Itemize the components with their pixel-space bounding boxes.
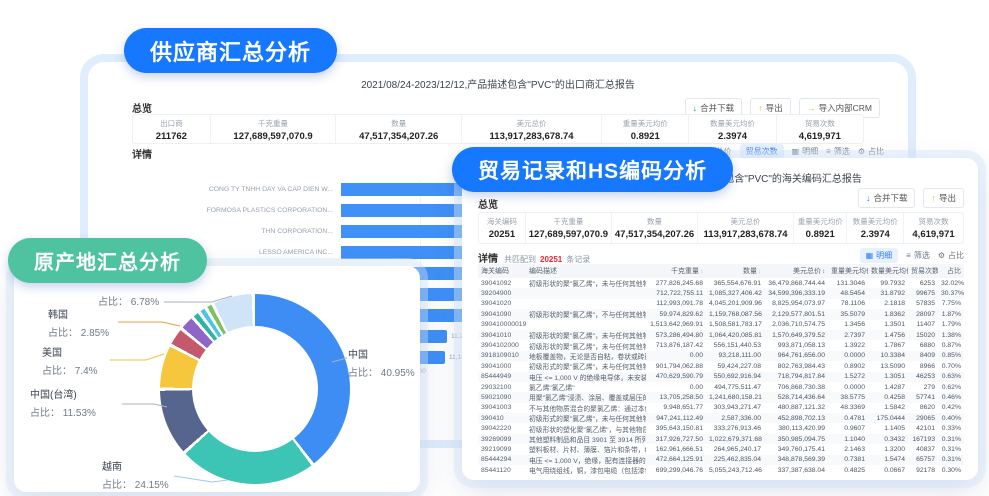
grid-icon: ▦ xyxy=(866,251,874,260)
export-button[interactable]: ↑ 导出 xyxy=(923,188,964,208)
stat-label: 美元总价 xyxy=(698,216,793,227)
table-row: 39041020112,993,091.784,045,201,909.968,… xyxy=(478,299,964,309)
table-row: 85444294电压 <= 1,000 V，绝缘，配有连接器的电导体，其他：电压… xyxy=(478,455,964,465)
origin-donut xyxy=(160,294,350,484)
bar-label: CONG TY TNHH DAY VA CAP DIEN W... xyxy=(88,186,341,193)
table-row: 3904100000191,513,642,969.911,508,581,78… xyxy=(478,320,964,330)
stat-label: 海关编码 xyxy=(479,216,525,227)
col-hs-code: 海关编码 xyxy=(478,264,526,278)
stat-item: 千克重量 127,689,597,070.9 xyxy=(525,213,611,243)
col-weight-avg: 重量美元均价 xyxy=(828,264,868,278)
label-line-usa xyxy=(110,354,164,360)
stat-value: 47,517,354,207.26 xyxy=(612,229,697,240)
table-row: 3904102000初级形状的聚"氯乙烯"，未与任何其他物质混合：悬浮级 PVC… xyxy=(478,340,964,350)
table-row: 85444949电压 <= 1,000 V 的绝缘电导体，未安装连接器，其他电缆… xyxy=(478,372,964,382)
donut-label-taiwan: 中国(台湾) 占比： 11.53% xyxy=(30,386,96,419)
donut-label-korea: 韩国 占比： 2.85% xyxy=(48,306,109,339)
stat-label: 贸易次数 xyxy=(904,216,963,227)
donut-label-usa: 美国 占比： 7.4% xyxy=(42,344,98,377)
table-row: 39041003不与其他物质混合的聚氯乙烯：通过本体或悬浮聚合工艺获得的聚氯乙.… xyxy=(478,403,964,413)
stat-item: 海关编码 20251 xyxy=(479,213,525,243)
hs-code-table: 海关编码 编码描述 千克重量↕ 数量↕ 美元总价↕ 重量美元均价 数量美元均价 … xyxy=(478,264,964,475)
bar-label: THN CORPORATION... xyxy=(88,228,341,235)
table-row: 29032100氯乙烯"氯乙烯"0.00494,775,511.47706,86… xyxy=(478,382,964,392)
stat-value: 2.3974 xyxy=(847,229,903,240)
compare-button[interactable]: ⚙ 占比 xyxy=(938,250,964,261)
origin-analysis-badge: 原产地汇总分析 xyxy=(8,238,207,283)
gear-icon: ⚙ xyxy=(938,251,945,260)
merge-download-icon: ↓ xyxy=(866,193,871,203)
table-row: 39041010初级形状的聚"氯乙烯"，未与任何其他物质混合：乳液级 PVC 树… xyxy=(478,330,964,340)
col-quantity-sort[interactable]: 数量↕ xyxy=(706,264,764,278)
sort-icon: ↕ xyxy=(822,269,825,275)
hs-match-line: 详情 共匹配到 20251 条记录 xyxy=(478,250,590,265)
filter-button[interactable]: ≡ 筛选 xyxy=(906,250,930,261)
stat-value: 20251 xyxy=(479,229,525,240)
col-share: 占比 xyxy=(938,264,964,278)
table-row: 39041092初级形状的聚"氯乙烯"，未与任何其他物质混合：其他：粉末277,… xyxy=(478,278,964,288)
export-icon: ↑ xyxy=(931,193,936,203)
table-row: 85441120电气用绕组线，铜，漆包电缆（包括漆包或阳极氧化）电缆、电线（包.… xyxy=(478,465,964,475)
stat-item: 美元总价 113,917,283,678.74 xyxy=(697,213,793,243)
hs-table-body: 39041092初级形状的聚"氯乙烯"，未与任何其他物质混合：其他：粉末277,… xyxy=(478,278,964,475)
hs-table-toolbar: ▦ 明细 ≡ 筛选 ⚙ 占比 xyxy=(860,248,964,263)
col-qty-avg: 数量美元均价 xyxy=(868,264,908,278)
label-line-korea xyxy=(118,322,180,326)
stat-item: 数量美元均价 2.3974 xyxy=(846,213,903,243)
col-description: 编码描述 xyxy=(526,264,646,278)
stat-label: 数量美元均价 xyxy=(847,216,903,227)
donut-label-china: 中国 占比： 40.95% xyxy=(348,346,415,379)
match-count: 20251 xyxy=(540,255,562,264)
dashboard-collage: 2021/08/24-2023/12/12,产品描述包含"PVC"的出口商汇总报… xyxy=(0,0,989,496)
table-row: 59021090用聚"氯乙烯"浸渍、涂层、覆盖或层压的帘子布（不包括用聚"氯乙.… xyxy=(478,392,964,402)
col-kg-weight-sort[interactable]: 千克重量↕ xyxy=(646,264,706,278)
table-row: 39041000初级形式的聚"氯乙烯"，未与任何其他物质混合 + 未混合来源标签… xyxy=(478,361,964,371)
col-usd-total-sort[interactable]: 美元总价↕ xyxy=(764,264,828,278)
hs-details-label: 详情 xyxy=(478,250,498,265)
filter-icon: ≡ xyxy=(906,251,911,260)
view-detail-button[interactable]: ▦ 明细 xyxy=(860,248,899,263)
stat-value: 113,917,283,678.74 xyxy=(698,229,793,240)
stat-label: 千克重量 xyxy=(526,216,611,227)
origin-report-window: 占比： 6.78% 韩国 占比： 2.85% 美国 占比： 7.4% 中国(台湾… xyxy=(14,266,420,492)
donut-label-vietnam: 越南 占比： 24.15% xyxy=(102,458,169,491)
table-row: 39042220初级形状的塑化聚"氯乙烯"，与其他物质混合：颗粒395,643,… xyxy=(478,423,964,433)
hs-report-window: 2021/08/24-2023/12/12,产品描述包含"PVC"的海关编码汇总… xyxy=(462,158,978,480)
table-row: 39041090初级形状的聚"氯乙烯"，不与任何其他物质混合：其他醚（氯乙烯）．… xyxy=(478,309,964,319)
stat-value: 4,619,971 xyxy=(904,229,963,240)
stat-item: 重量美元均价 0.8921 xyxy=(793,213,846,243)
stat-value: 0.8921 xyxy=(794,229,846,240)
sort-icon: ↕ xyxy=(758,269,761,275)
table-row: 390410初级形式的聚"氯乙烯"，未与任何其他物质混合 + 未提供来源标签 +… xyxy=(478,413,964,423)
merge-download-button[interactable]: ↓ 合并下载 xyxy=(858,188,916,208)
hs-action-buttons: ↓ 合并下载 ↑ 导出 xyxy=(858,188,964,208)
stat-label: 重量美元均价 xyxy=(794,216,846,227)
table-row: 39204900712,722,755.111,085,327,406.4234… xyxy=(478,288,964,298)
supplier-analysis-badge: 供应商汇总分析 xyxy=(124,28,337,73)
table-row: 39219099塑料板材、片材、薄膜、箔片和条带，经过塑化、层压、支撑或与其他.… xyxy=(478,444,964,454)
stat-item: 数量 47,517,354,207.26 xyxy=(611,213,697,243)
table-row: 39269099其他塑料制品和品目 3901 至 3914 所列材料的其他制品（… xyxy=(478,434,964,444)
stat-item: 贸易次数 4,619,971 xyxy=(903,213,963,243)
col-trades-sort[interactable]: 贸易次数↕ xyxy=(908,264,938,278)
table-header-row: 海关编码 编码描述 千克重量↕ 数量↕ 美元总价↕ 重量美元均价 数量美元均价 … xyxy=(478,264,964,278)
hs-overview-label: 总览 xyxy=(478,196,498,211)
sort-icon: ↕ xyxy=(700,269,703,275)
stat-label: 数量 xyxy=(612,216,697,227)
stat-value: 127,689,597,070.9 xyxy=(526,229,611,240)
bar-label: FORMOSA PLASTICS CORPORATION... xyxy=(88,207,341,214)
hs-stats: 海关编码 20251千克重量 127,689,597,070.9数量 47,517,3… xyxy=(478,212,964,244)
trade-hs-analysis-badge: 贸易记录和HS编码分析 xyxy=(452,147,733,192)
label-line-taiwan xyxy=(122,404,167,407)
table-row: 3918109010地板覆盖物，无论是否自粘，卷状或砖形式，以及墙壁或天花板覆盖… xyxy=(478,351,964,361)
